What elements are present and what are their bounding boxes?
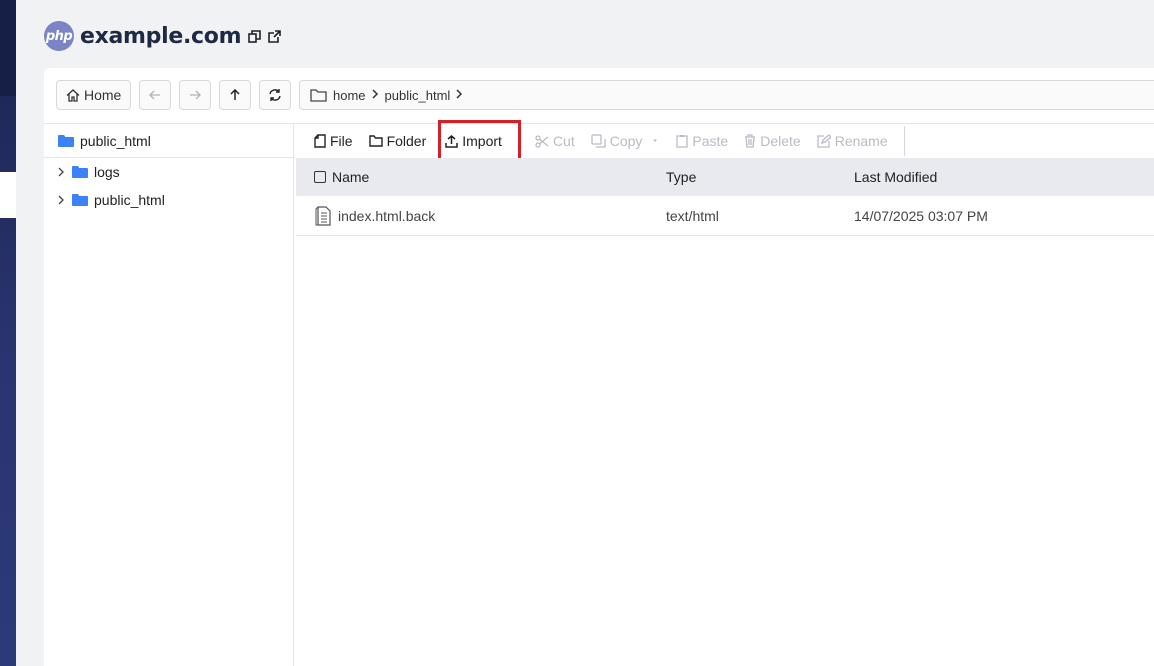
- nav-toolbar: Home: [56, 80, 292, 110]
- copy-icon: [591, 134, 606, 148]
- folder-icon: [72, 166, 88, 178]
- paste-button[interactable]: Paste: [668, 124, 736, 158]
- clipboard-icon: [676, 135, 689, 148]
- delete-button[interactable]: Delete: [736, 124, 808, 158]
- tree-item-logs[interactable]: logs: [44, 158, 293, 186]
- arrow-up-icon: [230, 89, 240, 100]
- arrow-left-icon: [149, 90, 161, 100]
- file-list-header: Name Type Last Modified: [296, 158, 1154, 196]
- tree-root[interactable]: public_html: [44, 124, 293, 158]
- file-name: index.html.back: [338, 207, 436, 224]
- column-name[interactable]: Name: [296, 169, 666, 185]
- new-folder-button[interactable]: Folder: [361, 124, 435, 158]
- scissors-icon: [535, 134, 549, 148]
- edit-icon: [817, 134, 831, 148]
- back-button[interactable]: [139, 80, 172, 110]
- rename-label: Rename: [834, 133, 888, 149]
- folder-outline-icon: [368, 135, 383, 147]
- home-icon: [66, 88, 80, 102]
- paste-label: Paste: [692, 133, 729, 149]
- select-all-checkbox[interactable]: [314, 171, 326, 183]
- delete-label: Delete: [760, 133, 801, 149]
- file-name-cell: index.html.back: [296, 205, 666, 226]
- file-modified-cell: 14/07/2025 03:07 PM: [854, 207, 988, 224]
- folder-tree: public_html logs public_html: [44, 124, 294, 666]
- caret-down-icon: [653, 139, 658, 142]
- rail-top-band: [0, 0, 16, 96]
- cut-label: Cut: [552, 133, 575, 149]
- table-row[interactable]: index.html.back text/html 14/07/2025 03:…: [296, 196, 1154, 236]
- file-manager-panel: Home home public_html public_html logs p…: [44, 68, 1154, 666]
- column-type[interactable]: Type: [666, 169, 854, 185]
- site-header: php example.com: [44, 18, 281, 54]
- folder-icon: [58, 134, 74, 147]
- breadcrumb-item-public-html[interactable]: public_html: [385, 88, 451, 103]
- site-title: example.com: [80, 23, 242, 49]
- import-button[interactable]: Import: [438, 120, 521, 162]
- chevron-right-icon: [456, 88, 463, 102]
- breadcrumb-item-home[interactable]: home: [333, 88, 366, 103]
- document-icon: [314, 205, 332, 226]
- tree-item-label: logs: [94, 164, 120, 180]
- breadcrumb[interactable]: home public_html: [299, 80, 1154, 110]
- new-file-label: File: [330, 133, 353, 149]
- copy-button[interactable]: Copy: [583, 124, 669, 158]
- column-name-label: Name: [332, 169, 370, 185]
- new-file-button[interactable]: File: [312, 124, 361, 158]
- up-button[interactable]: [219, 80, 252, 110]
- toolbar-divider: [903, 126, 905, 156]
- folder-icon: [72, 194, 88, 206]
- copy-icon[interactable]: [247, 29, 261, 43]
- copy-label: Copy: [609, 133, 643, 149]
- file-list: Name Type Last Modified index.html.back …: [296, 158, 1154, 236]
- left-nav-rail: [0, 0, 16, 666]
- home-button[interactable]: Home: [56, 80, 132, 110]
- tree-item-public-html[interactable]: public_html: [44, 186, 293, 214]
- tree-root-label: public_html: [80, 132, 151, 149]
- import-label: Import: [462, 133, 502, 149]
- rail-active-marker: [0, 172, 16, 218]
- arrow-right-icon: [190, 90, 202, 100]
- chevron-right-icon[interactable]: [56, 167, 66, 177]
- column-last-modified[interactable]: Last Modified: [854, 169, 1154, 185]
- external-link-icon[interactable]: [267, 29, 281, 43]
- folder-outline-icon: [310, 89, 327, 102]
- refresh-icon: [269, 89, 282, 101]
- refresh-button[interactable]: [259, 80, 292, 110]
- chevron-right-icon: [372, 88, 379, 102]
- file-plus-icon: [314, 134, 326, 148]
- tree-item-label: public_html: [94, 192, 165, 208]
- php-logo: php: [44, 21, 74, 51]
- file-type-cell: text/html: [666, 207, 719, 224]
- trash-icon: [745, 134, 756, 148]
- home-button-label: Home: [84, 87, 122, 103]
- chevron-right-icon[interactable]: [56, 195, 66, 205]
- new-folder-label: Folder: [386, 133, 427, 149]
- forward-button[interactable]: [179, 80, 212, 110]
- cut-button[interactable]: Cut: [527, 124, 583, 158]
- rename-button[interactable]: Rename: [809, 124, 896, 158]
- action-toolbar: File Folder Import Cut Copy Paste Delete: [296, 120, 1154, 162]
- upload-icon: [445, 134, 458, 148]
